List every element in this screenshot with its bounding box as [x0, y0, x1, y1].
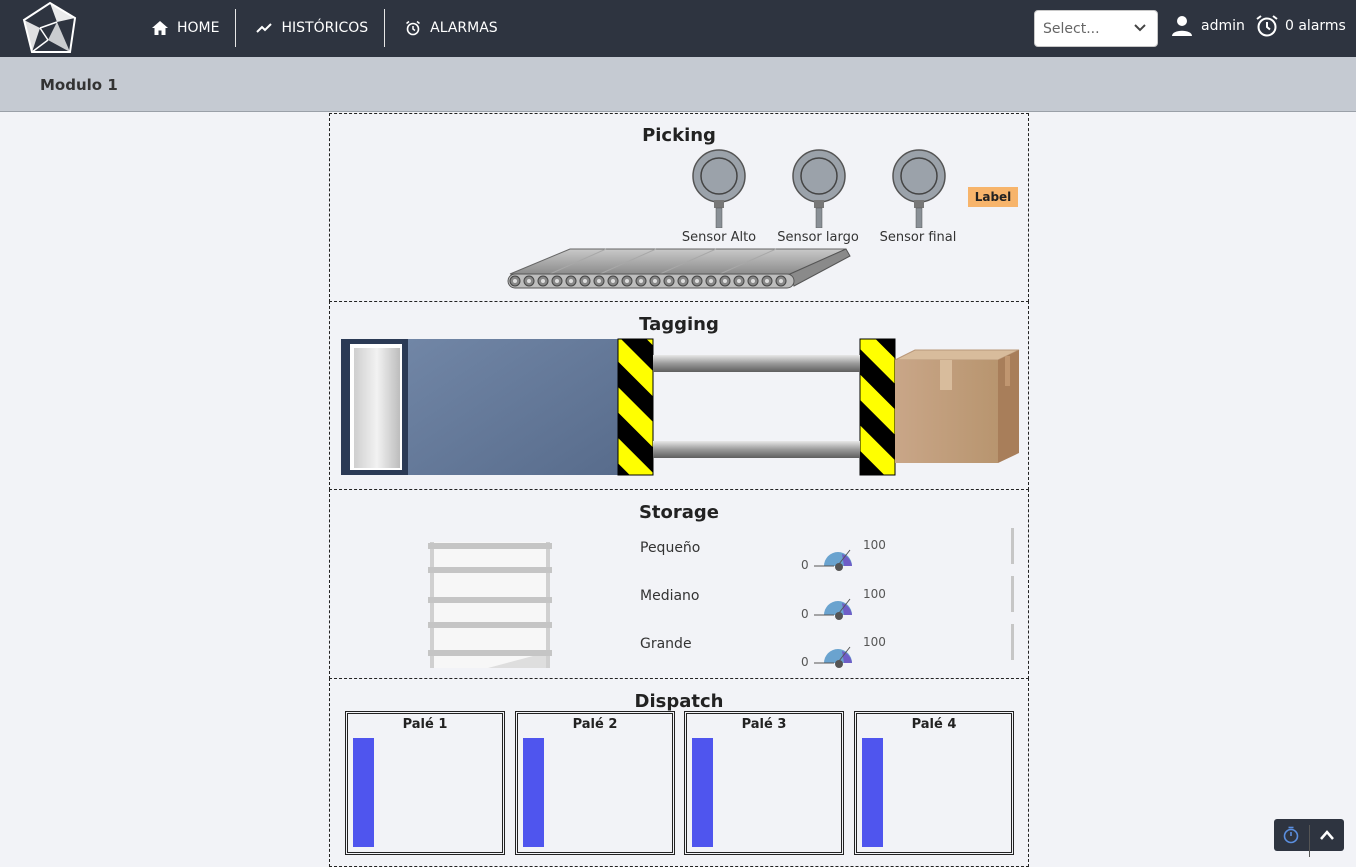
floating-toolbar [1274, 819, 1344, 857]
pale-level-bar [692, 738, 713, 847]
user-menu[interactable]: admin [1170, 14, 1245, 38]
chevron-down-icon [1134, 24, 1146, 32]
status-badge: Label [968, 187, 1018, 207]
pale-level-bar [523, 738, 544, 847]
gauge-max: 100 [863, 587, 886, 601]
gauge-min: 0 [801, 607, 809, 621]
storage-label-mediano: Mediano [640, 588, 700, 604]
user-icon [1172, 16, 1192, 36]
chart-line-icon [256, 23, 273, 33]
sensor-largo-icon [792, 149, 846, 228]
nav-alarmas-label: ALARMAS [430, 20, 498, 36]
chevron-up-icon [1319, 830, 1334, 840]
pale-title: Palé 4 [911, 717, 957, 732]
nav-historicos-label: HISTÓRICOS [281, 20, 369, 36]
storage-section: Storage Pequeño Mediano Grande 0 100 0 1… [329, 489, 1029, 679]
top-bar: HOME HISTÓRICOS ALARMAS Select... admin … [0, 0, 1356, 57]
logo-icon[interactable] [20, 0, 80, 57]
pale-title: Palé 1 [402, 717, 448, 732]
timer-icon [1283, 826, 1299, 844]
tagging-title: Tagging [639, 314, 719, 335]
picking-title: Picking [642, 125, 716, 146]
pale-card-4[interactable]: Palé 4 [854, 711, 1014, 855]
scroll-top-button[interactable] [1309, 819, 1344, 851]
pale-card-3[interactable]: Palé 3 [684, 711, 844, 855]
sensor-alto-icon [692, 149, 746, 228]
level-indicator [1011, 528, 1014, 564]
sensor-final-label: Sensor final [879, 230, 957, 245]
nav-historicos[interactable]: HISTÓRICOS [236, 9, 384, 47]
module-select[interactable]: Select... [1034, 10, 1158, 47]
gauge-max: 100 [863, 538, 886, 552]
level-indicator [1011, 576, 1014, 612]
pale-title: Palé 3 [741, 717, 787, 732]
storage-title: Storage [638, 502, 720, 523]
alarm-clock-icon [1256, 15, 1278, 37]
timer-button[interactable] [1274, 819, 1309, 851]
tagging-section: Tagging [329, 301, 1029, 490]
alarm-clock-icon [406, 20, 421, 36]
shelf-rack-icon [428, 542, 552, 668]
alarms-count: 0 alarms [1285, 18, 1346, 34]
storage-label-grande: Grande [640, 636, 692, 652]
sensor-largo-label: Sensor largo [777, 230, 859, 245]
page-header: Modulo 1 [0, 57, 1356, 112]
pale-title: Palé 2 [572, 717, 618, 732]
alarms-indicator[interactable]: 0 alarms [1255, 14, 1346, 38]
gauge-max: 100 [863, 635, 886, 649]
dispatch-title: Dispatch [634, 691, 724, 712]
conveyor-belt-icon [507, 248, 851, 289]
sensor-final-icon [892, 149, 946, 228]
pale-level-bar [353, 738, 374, 847]
sensor-alto-label: Sensor Alto [681, 230, 757, 245]
nav-home[interactable]: HOME [140, 9, 235, 47]
user-name: admin [1201, 18, 1245, 34]
gauge-min: 0 [801, 655, 809, 669]
picking-section: Picking Sensor Alto Sensor largo Sensor … [329, 113, 1029, 302]
main-nav: HOME HISTÓRICOS ALARMAS [140, 9, 514, 47]
pale-card-1[interactable]: Palé 1 [345, 711, 505, 855]
gauge-pequeno-icon [814, 549, 852, 571]
gauge-grande-icon [814, 646, 852, 668]
gauge-min: 0 [801, 558, 809, 572]
tagging-machine-icon [341, 338, 1020, 476]
nav-home-label: HOME [177, 20, 220, 36]
home-icon [152, 21, 168, 35]
level-indicator [1011, 624, 1014, 660]
page-title: Modulo 1 [40, 76, 118, 94]
select-placeholder: Select... [1043, 21, 1100, 37]
gauge-mediano-icon [814, 598, 852, 620]
nav-alarmas[interactable]: ALARMAS [385, 9, 514, 47]
storage-label-pequeno: Pequeño [640, 540, 701, 556]
dispatch-section: Dispatch Palé 1 Palé 2 Palé 3 Palé 4 [329, 678, 1029, 867]
pale-card-2[interactable]: Palé 2 [515, 711, 675, 855]
pale-level-bar [862, 738, 883, 847]
